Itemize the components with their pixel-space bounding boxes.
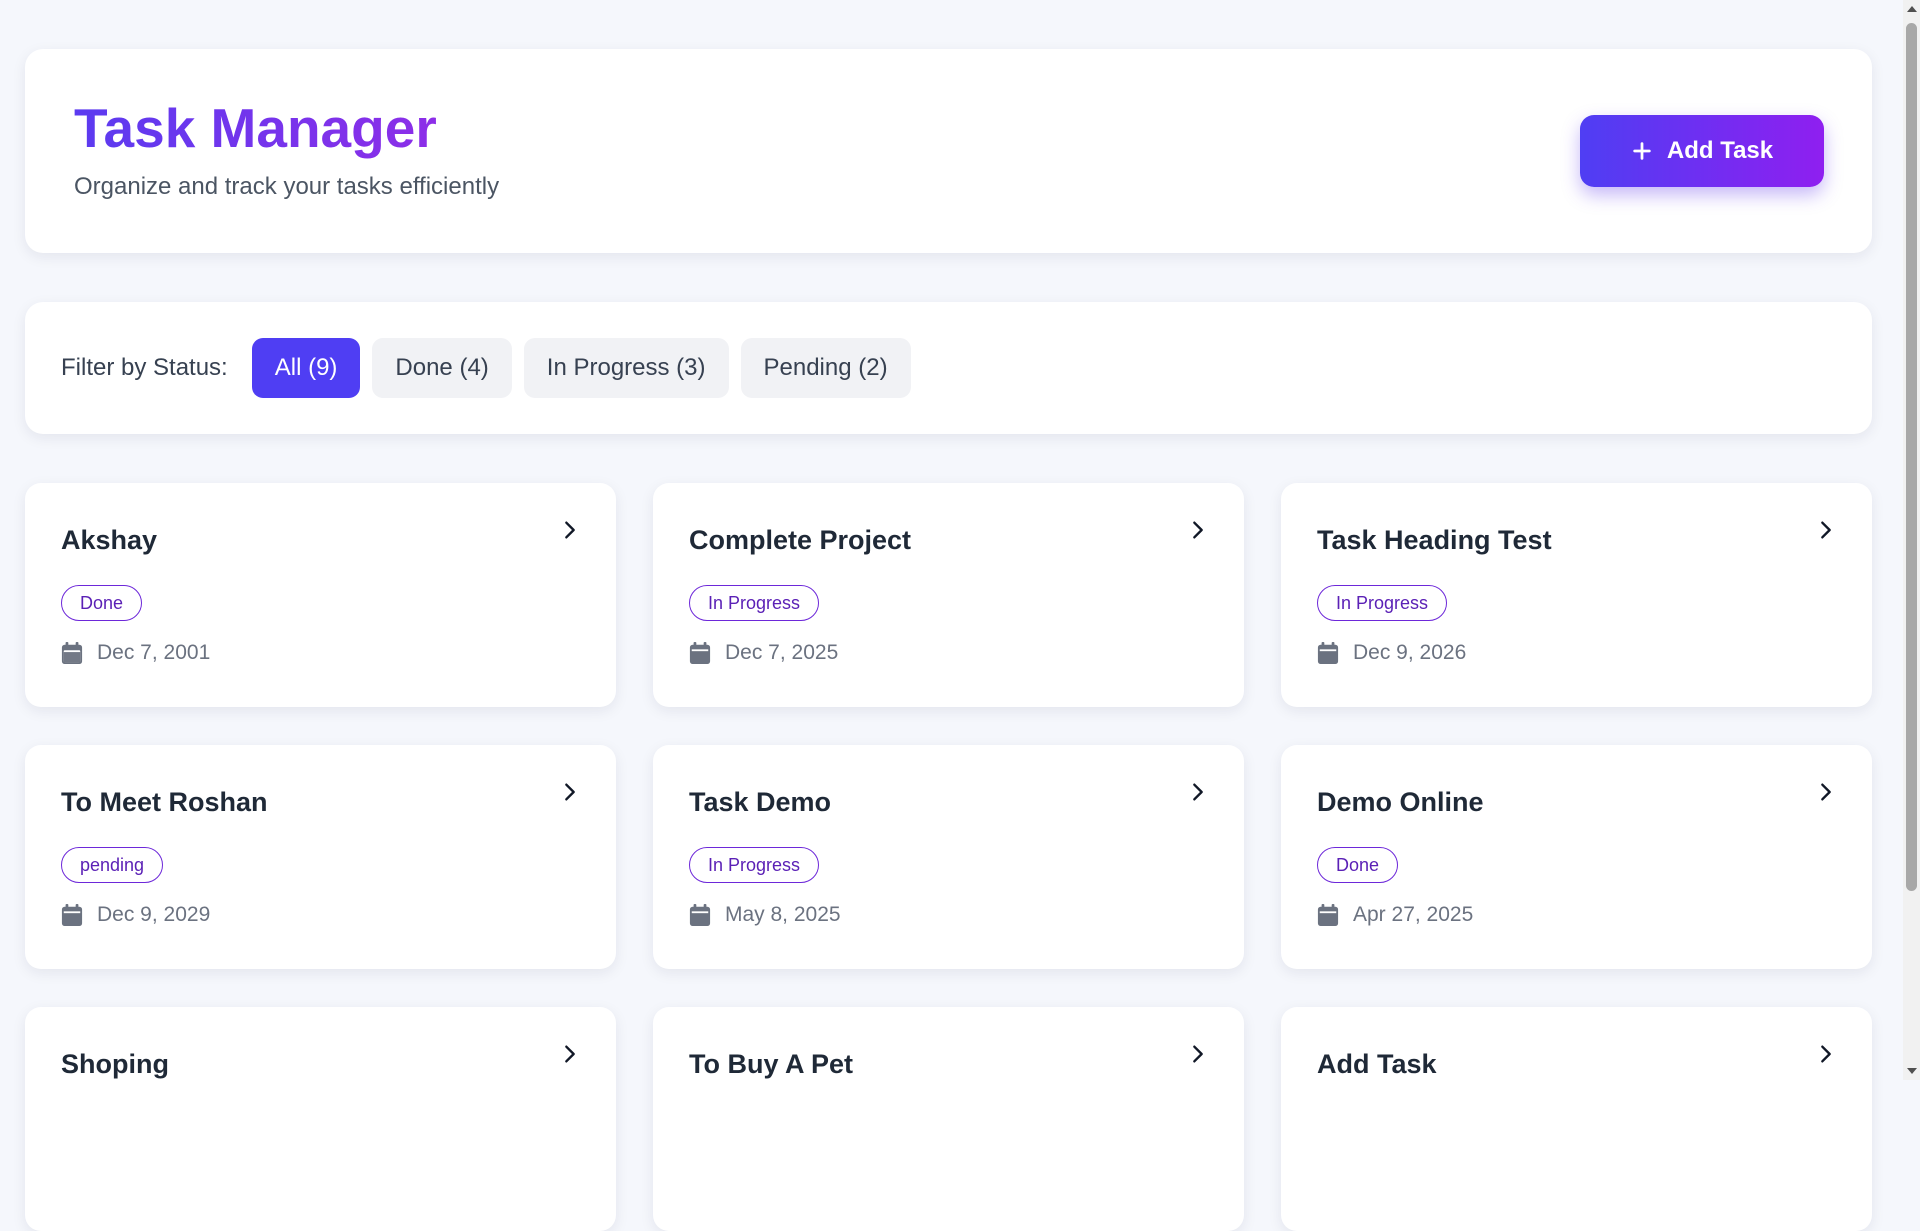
add-task-button[interactable]: Add Task — [1580, 115, 1824, 187]
task-title: Add Task — [1317, 1049, 1437, 1079]
task-date: May 8, 2025 — [689, 903, 841, 927]
calendar-icon — [1317, 642, 1339, 664]
status-badge: In Progress — [689, 847, 820, 883]
task-title: Demo Online — [1317, 787, 1484, 817]
chevron-right-icon[interactable] — [1187, 519, 1209, 541]
task-date-text: Dec 7, 2001 — [97, 641, 211, 664]
filter-label: Filter by Status: — [61, 354, 228, 381]
task-date: Dec 9, 2029 — [61, 903, 210, 927]
task-title: To Meet Roshan — [61, 787, 268, 817]
page-title: Task Manager — [74, 97, 437, 159]
task-card[interactable]: Demo Online Done Apr 27, 2025 — [1281, 745, 1872, 969]
task-card[interactable]: To Meet Roshan pending Dec 9, 2029 — [25, 745, 616, 969]
filter-pending-button[interactable]: Pending (2) — [740, 338, 911, 398]
task-card[interactable]: Shoping — [25, 1007, 616, 1231]
task-card[interactable]: Akshay Done Dec 7, 2001 — [25, 483, 616, 707]
calendar-icon — [61, 642, 83, 664]
calendar-icon — [689, 904, 711, 926]
status-badge: In Progress — [1317, 585, 1448, 621]
filter-done-button[interactable]: Done (4) — [372, 338, 512, 398]
scroll-down-icon[interactable] — [1907, 1068, 1917, 1074]
task-date-text: Apr 27, 2025 — [1353, 903, 1474, 926]
task-title: Task Heading Test — [1317, 525, 1552, 555]
task-card[interactable]: Add Task — [1281, 1007, 1872, 1231]
plus-icon — [1633, 142, 1651, 160]
scrollbar-thumb[interactable] — [1906, 23, 1917, 891]
status-badge: In Progress — [689, 585, 820, 621]
calendar-icon — [1317, 904, 1339, 926]
task-date-text: Dec 7, 2025 — [725, 641, 839, 664]
task-date: Dec 7, 2025 — [689, 641, 838, 665]
task-date: Dec 7, 2001 — [61, 641, 210, 665]
task-card[interactable]: Task Heading Test In Progress Dec 9, 202… — [1281, 483, 1872, 707]
task-date: Apr 27, 2025 — [1317, 903, 1473, 927]
status-filter-bar: Filter by Status: All (9) Done (4) In Pr… — [25, 302, 1872, 434]
add-task-button-label: Add Task — [1666, 137, 1774, 164]
task-date: Dec 9, 2026 — [1317, 641, 1466, 665]
calendar-icon — [689, 642, 711, 664]
chevron-right-icon[interactable] — [559, 1043, 581, 1065]
task-grid: Akshay Done Dec 7, 2001 Complete Project… — [25, 483, 1872, 1231]
task-date-text: Dec 9, 2029 — [97, 903, 211, 926]
header-card: Task Manager Organize and track your tas… — [25, 49, 1872, 253]
calendar-icon — [61, 904, 83, 926]
task-card[interactable]: To Buy A Pet — [653, 1007, 1244, 1231]
chevron-right-icon[interactable] — [1815, 781, 1837, 803]
page-scrollbar[interactable] — [1903, 0, 1920, 1080]
status-badge: Done — [1317, 847, 1399, 883]
chevron-right-icon[interactable] — [1815, 519, 1837, 541]
filter-all-button[interactable]: All (9) — [251, 338, 361, 398]
task-title: Task Demo — [689, 787, 832, 817]
status-badge: pending — [61, 847, 164, 883]
filter-in-progress-button[interactable]: In Progress (3) — [523, 338, 729, 398]
task-date-text: May 8, 2025 — [725, 903, 841, 926]
task-title: Akshay — [61, 525, 158, 555]
chevron-right-icon[interactable] — [1187, 781, 1209, 803]
chevron-right-icon[interactable] — [559, 781, 581, 803]
task-title: Shoping — [61, 1049, 169, 1079]
chevron-right-icon[interactable] — [1187, 1043, 1209, 1065]
scroll-up-icon[interactable] — [1907, 6, 1917, 12]
chevron-right-icon[interactable] — [1815, 1043, 1837, 1065]
task-title: To Buy A Pet — [689, 1049, 854, 1079]
page-subtitle: Organize and track your tasks efficientl… — [74, 173, 500, 200]
task-date-text: Dec 9, 2026 — [1353, 641, 1467, 664]
status-badge: Done — [61, 585, 143, 621]
task-title: Complete Project — [689, 525, 912, 555]
task-card[interactable]: Complete Project In Progress Dec 7, 2025 — [653, 483, 1244, 707]
task-card[interactable]: Task Demo In Progress May 8, 2025 — [653, 745, 1244, 969]
chevron-right-icon[interactable] — [559, 519, 581, 541]
task-manager-page: Task Manager Organize and track your tas… — [25, 49, 1872, 1231]
